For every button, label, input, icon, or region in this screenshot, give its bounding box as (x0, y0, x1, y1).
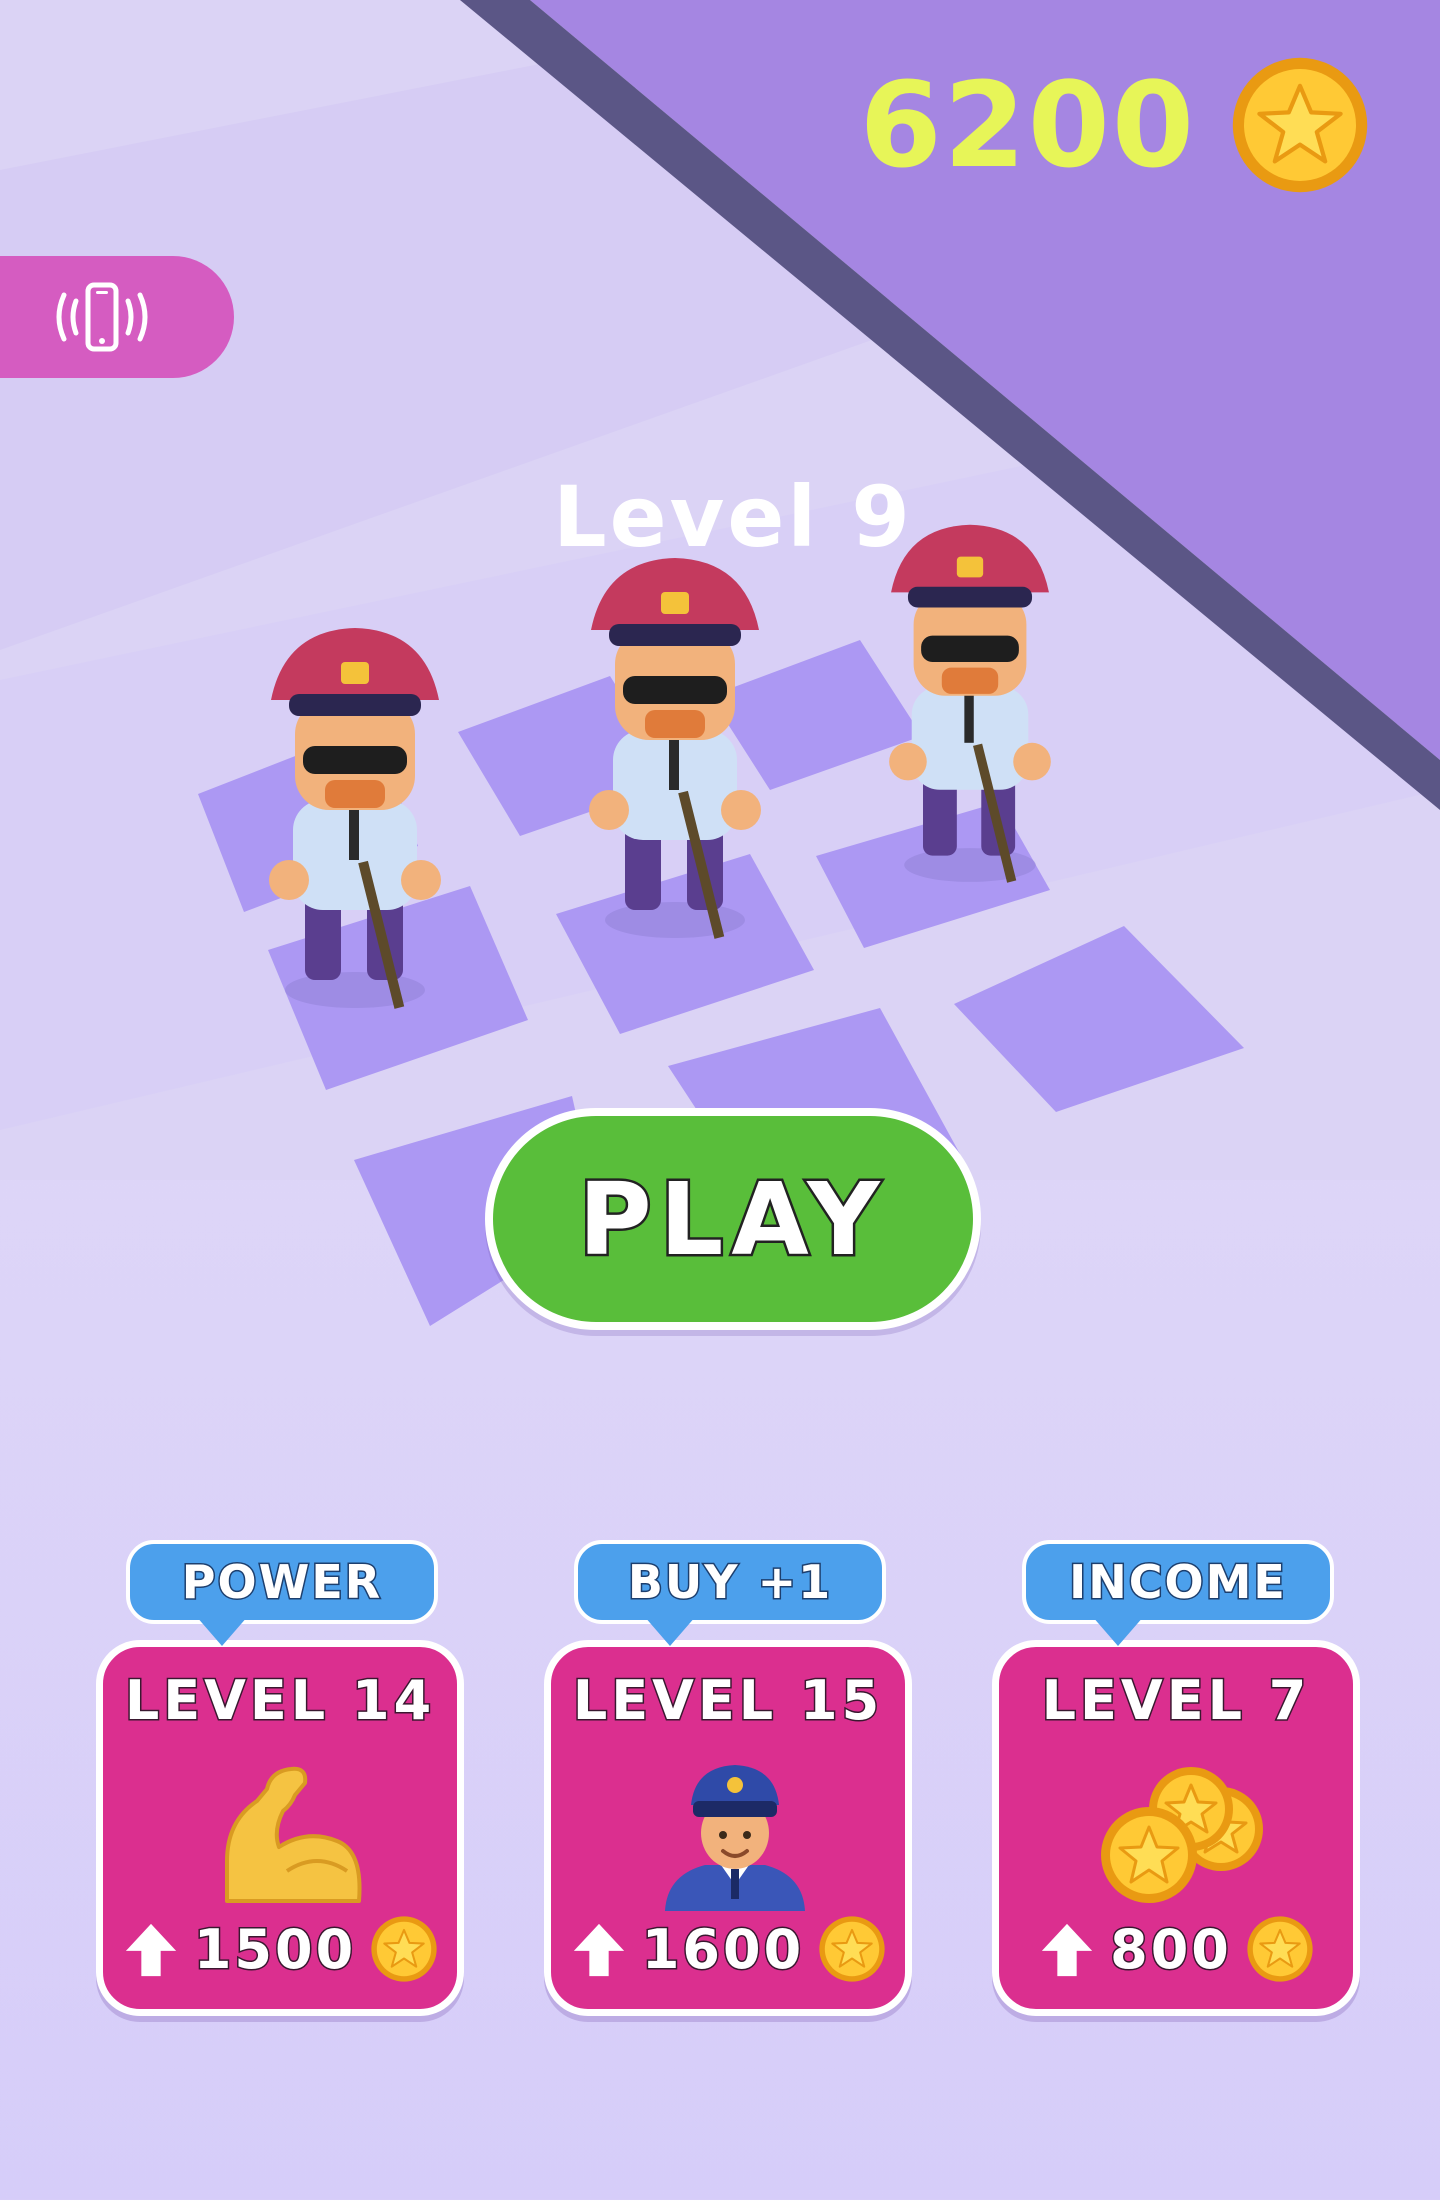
play-button[interactable]: PLAY (485, 1108, 981, 1330)
upgrade-tag: BUY +1 (574, 1540, 886, 1624)
arrow-up-icon (1041, 1923, 1093, 1977)
level-title: Level 9 (553, 468, 913, 566)
upgrade-level: LEVEL 14 (123, 1668, 436, 1734)
upgrade-tag: POWER (126, 1540, 438, 1624)
upgrade-card[interactable]: LEVEL 15 1600 (544, 1640, 912, 2016)
upgrade-cost: 1600 (551, 1913, 905, 1985)
vibrate-phone-icon (56, 282, 148, 352)
coin-stack-icon (1101, 1767, 1263, 1903)
star-coin-icon (819, 1916, 885, 1982)
play-button-label: PLAY (576, 1158, 888, 1280)
upgrade-level: LEVEL 15 (571, 1668, 884, 1734)
upgrade-cost: 800 (999, 1913, 1353, 1985)
upgrade-buy-plus-one[interactable]: BUY +1 LEVEL 15 1600 (544, 1540, 912, 2020)
tag-pointer (644, 1616, 696, 1646)
arrow-up-icon (573, 1923, 624, 1977)
upgrade-card[interactable]: LEVEL 14 1500 (96, 1640, 464, 2016)
upgrade-power[interactable]: POWER LEVEL 14 1500 (96, 1540, 464, 2020)
star-coin-icon (371, 1916, 437, 1982)
upgrade-income[interactable]: INCOME LEVEL 7 800 (992, 1540, 1360, 2020)
upgrade-cost-value: 1500 (192, 1916, 357, 1982)
vibration-toggle-button[interactable] (0, 256, 234, 378)
coin-balance: 6200 (859, 56, 1196, 194)
upgrade-card[interactable]: LEVEL 7 800 (992, 1640, 1360, 2016)
upgrade-level: LEVEL 7 (1040, 1668, 1311, 1734)
flexed-biceps-icon (225, 1766, 362, 1903)
star-coin-icon (1247, 1916, 1313, 1982)
coin-counter: 6200 (860, 55, 1370, 195)
upgrade-tag: INCOME (1022, 1540, 1334, 1624)
tag-pointer (1092, 1616, 1144, 1646)
tag-pointer (196, 1616, 248, 1646)
arrow-up-icon (125, 1923, 176, 1977)
police-officer-icon (665, 1765, 805, 1911)
star-coin-icon (1232, 57, 1368, 193)
upgrade-cost: 1500 (103, 1913, 457, 1985)
upgrade-cost-value: 1600 (640, 1916, 805, 1982)
upgrade-cost-value: 800 (1109, 1916, 1232, 1982)
